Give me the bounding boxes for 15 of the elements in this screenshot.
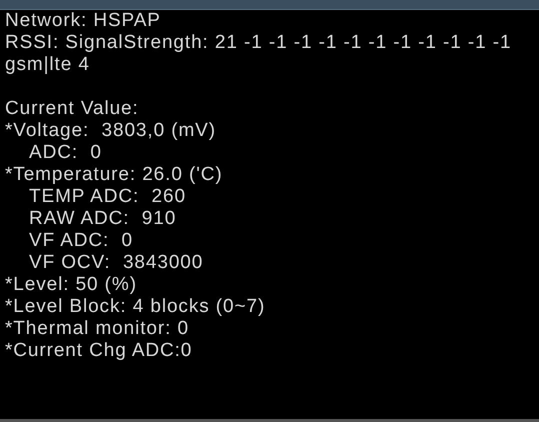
info-line: Network: HSPAP xyxy=(5,10,161,32)
info-line: TEMP ADC: 260 xyxy=(29,186,186,208)
info-line: RSSI: SignalStrength: 21 -1 -1 -1 -1 -1 -1 -1 -1 -1 -1 -1 xyxy=(5,32,512,54)
info-line: *Level Block: 4 blocks (0~7) xyxy=(5,296,266,318)
info-line: *Current Chg ADC:0 xyxy=(5,340,192,362)
info-line: *Temperature: 26.0 ('C) xyxy=(5,164,223,186)
info-line: Current Value: xyxy=(5,98,139,120)
info-line: *Thermal monitor: 0 xyxy=(5,318,189,340)
info-line: *Level: 50 (%) xyxy=(5,274,137,296)
info-line: *Voltage: 3803,0 (mV) xyxy=(5,120,216,142)
info-line: VF OCV: 3843000 xyxy=(29,252,204,274)
info-line: VF ADC: 0 xyxy=(29,230,134,252)
info-line: gsm|lte 4 xyxy=(5,54,90,76)
info-line: RAW ADC: 910 xyxy=(29,208,176,230)
info-line: ADC: 0 xyxy=(29,142,102,164)
